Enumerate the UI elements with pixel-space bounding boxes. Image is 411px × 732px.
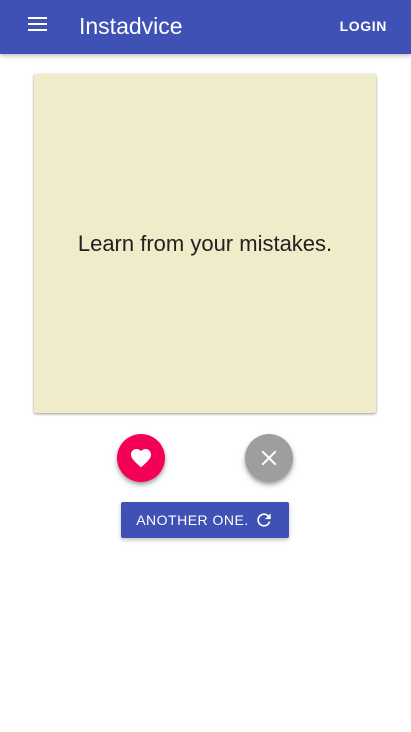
advice-card: Learn from your mistakes. [34, 74, 376, 413]
heart-icon [129, 446, 153, 470]
advice-text: Learn from your mistakes. [77, 230, 333, 256]
login-button[interactable]: LOGIN [340, 18, 387, 34]
app-bar: Instadvice LOGIN [0, 0, 411, 54]
another-one-label: ANOTHER ONE. [136, 512, 249, 528]
like-button[interactable] [117, 434, 165, 482]
close-icon [260, 449, 278, 467]
dismiss-button[interactable] [245, 434, 293, 482]
menu-icon [18, 16, 58, 32]
menu-button[interactable] [18, 13, 58, 41]
app-title: Instadvice [79, 13, 183, 39]
another-one-button[interactable]: ANOTHER ONE. [121, 502, 289, 538]
refresh-icon [254, 510, 274, 530]
